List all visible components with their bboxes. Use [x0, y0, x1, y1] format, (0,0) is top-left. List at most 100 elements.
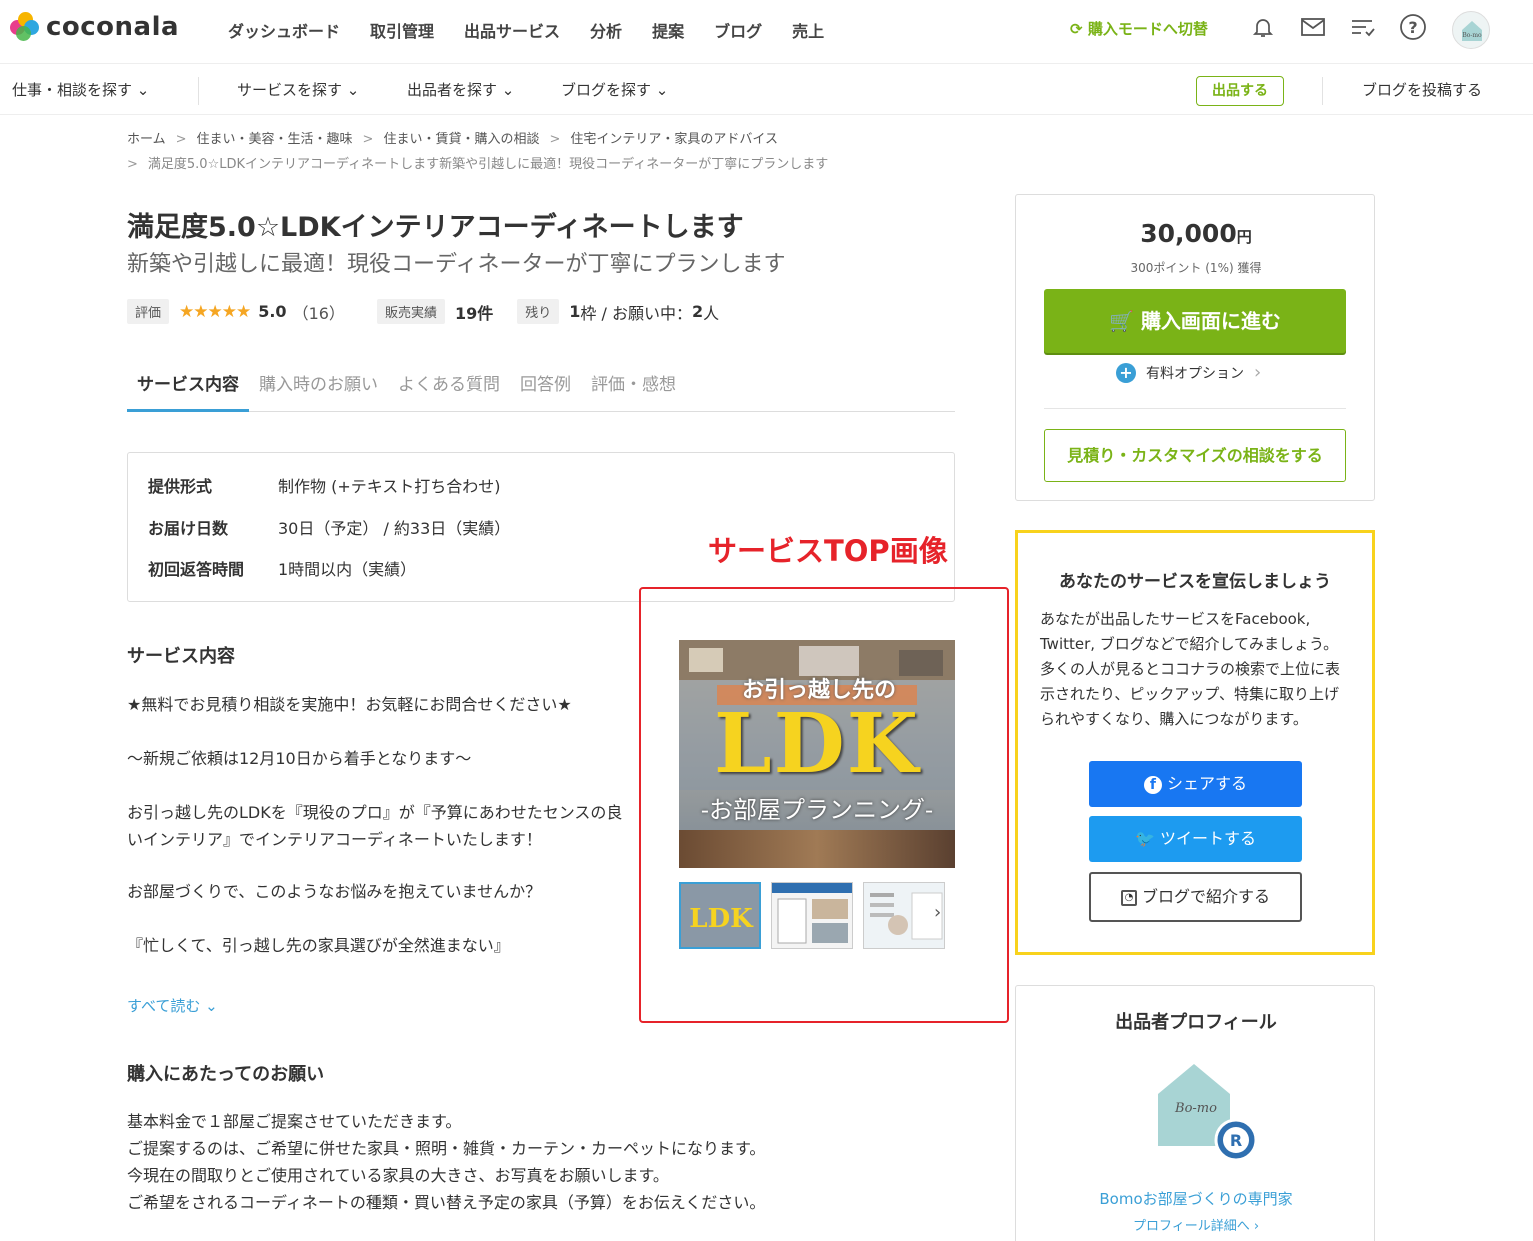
- seller-name[interactable]: Bomoお部屋づくりの専門家: [1016, 1188, 1376, 1209]
- nav-analytics[interactable]: 分析: [590, 18, 622, 42]
- proceed-to-purchase-button[interactable]: 🛒 購入画面に進む: [1044, 289, 1346, 353]
- chevron-right-icon: ›: [1253, 1219, 1260, 1234]
- seller-profile-heading: 出品者プロフィール: [1115, 1012, 1277, 1033]
- facebook-share-button[interactable]: f シェアする: [1089, 761, 1302, 807]
- sell-button[interactable]: 出品する: [1196, 76, 1284, 106]
- request-line: 今現在の間取りとご使用されている家具の大きさ、お写真をお願いします。: [127, 1166, 669, 1185]
- nav-sales[interactable]: 売上: [792, 18, 824, 42]
- points-earned: 300ポイント (1%) 獲得: [1130, 261, 1262, 275]
- spec-value: 制作物 (+テキスト打ち合わせ): [278, 477, 501, 496]
- find-jobs-dropdown[interactable]: 仕事・相談を探す ⌄: [12, 79, 149, 100]
- content-line: 〜新規ご依頼は12月10日から着手となります〜: [127, 749, 472, 768]
- read-all-label: すべて読む: [127, 997, 201, 1015]
- service-subtitle: 新築や引越しに最適！現役コーディネーターが丁寧にプランします: [127, 252, 786, 277]
- breadcrumb-housing[interactable]: 住まい・賃貸・購入の相談: [383, 132, 539, 147]
- breadcrumb-lifestyle[interactable]: 住まい・美容・生活・趣味: [197, 132, 353, 147]
- annotation-box: [639, 587, 1009, 1023]
- service-meta: 評価 ★★★★★ 5.0 （16） 販売実績 19件 残り 1 枠 / お願い中…: [127, 299, 719, 324]
- spec-label: お届け日数: [148, 519, 229, 538]
- spec-value: 30日（予定） / 約33日（実績）: [278, 519, 511, 538]
- promote-service-box: あなたのサービスを宣伝しましょう あなたが出品したサービスをFacebook, …: [1015, 530, 1375, 955]
- svg-text:?: ?: [1408, 18, 1417, 37]
- tweet-button[interactable]: 🐦 ツイートする: [1089, 816, 1302, 862]
- user-avatar[interactable]: Bo-mo: [1452, 11, 1490, 49]
- profile-detail-label: プロフィール詳細へ: [1132, 1219, 1250, 1234]
- blog-introduce-button[interactable]: ◔ ブログで紹介する: [1089, 872, 1302, 922]
- breadcrumb-separator: >: [175, 132, 187, 147]
- seller-profile-box: 出品者プロフィール Bo-mo R Bomoお部屋づくりの専門家 プロフィール詳…: [1015, 985, 1375, 1241]
- divider: [1044, 408, 1346, 409]
- twitter-icon: 🐦: [1134, 829, 1155, 848]
- price-value: 30,000: [1140, 219, 1237, 248]
- content-line: お引っ越し先のLDKを『現役のプロ』が『予算にあわせたセンスの良: [127, 803, 623, 822]
- avatar-text: Bo-mo: [1462, 32, 1482, 39]
- rating-value: 5.0: [258, 302, 287, 321]
- chevron-down-icon: ⌄: [501, 81, 515, 99]
- tab-service-content[interactable]: サービス内容: [127, 360, 249, 412]
- estimate-consult-button[interactable]: 見積り・カスタマイズの相談をする: [1044, 429, 1346, 482]
- service-content-heading: サービス内容: [127, 646, 235, 667]
- remaining-count: 1: [569, 302, 581, 321]
- seller-logo-text: Bo-mo: [1174, 1101, 1217, 1116]
- purchase-box: 30,000円 300ポイント (1%) 獲得 🛒 購入画面に進む + 有料オプ…: [1015, 194, 1375, 501]
- tab-faq[interactable]: よくある質問: [388, 360, 510, 411]
- coconala-logo[interactable]: coconala: [10, 12, 179, 42]
- nav-blog[interactable]: ブログ: [714, 18, 762, 42]
- spec-row-format: 提供形式 制作物 (+テキスト打ち合わせ): [148, 473, 501, 497]
- find-services-dropdown[interactable]: サービスを探す ⌄: [237, 79, 359, 100]
- sub-header: 仕事・相談を探す ⌄ サービスを探す ⌄ 出品者を探す ⌄ ブログを探す ⌄ 出…: [0, 65, 1533, 115]
- find-sellers-dropdown[interactable]: 出品者を探す ⌄: [407, 79, 514, 100]
- nav-dashboard[interactable]: ダッシュボード: [228, 18, 340, 42]
- find-blogs-label: ブログを探す: [561, 81, 652, 99]
- mail-icon[interactable]: [1298, 12, 1328, 42]
- divider: [198, 77, 199, 105]
- service-spec-box: 提供形式 制作物 (+テキスト打ち合わせ) お届け日数 30日（予定） / 約33日…: [127, 452, 955, 602]
- breadcrumb-separator: >: [549, 132, 561, 147]
- bell-icon[interactable]: [1248, 12, 1278, 42]
- divider: [1322, 77, 1323, 105]
- help-icon[interactable]: ?: [1398, 12, 1428, 42]
- tab-reviews[interactable]: 評価・感想: [581, 360, 686, 411]
- breadcrumb: ホーム > 住まい・美容・生活・趣味 > 住まい・賃貸・購入の相談 > 住宅インテリア・家具…: [127, 127, 927, 177]
- service-title: 満足度5.0☆LDKインテリアコーディネートします: [127, 212, 744, 243]
- spec-label: 初回返答時間: [148, 560, 245, 579]
- tab-answer-example[interactable]: 回答例: [510, 360, 581, 411]
- breadcrumb-interior[interactable]: 住宅インテリア・家具のアドバイス: [570, 132, 778, 147]
- breadcrumb-current: 満足度5.0☆LDKインテリアコーディネートします新築や引越しに最適！現役コーデ…: [147, 157, 829, 172]
- promo-line: あなたが出品したサービスをFacebook,: [1040, 610, 1311, 628]
- spec-label: 提供形式: [148, 477, 213, 496]
- content-line: ★無料でお見積り相談を実施中！お気軽にお問合せください★: [127, 695, 572, 714]
- chevron-down-icon: ⌄: [136, 81, 150, 99]
- switch-buy-mode-link[interactable]: ⟳ 購入モードへ切替: [1070, 18, 1208, 39]
- sales-tag: 販売実績: [376, 299, 445, 324]
- breadcrumb-home[interactable]: ホーム: [127, 132, 166, 147]
- find-jobs-label: 仕事・相談を探す: [12, 81, 133, 99]
- content-line: お部屋づくりで、このようなお悩みを抱えていませんか？: [127, 882, 542, 901]
- spec-value: 1時間以内（実績）: [278, 560, 417, 579]
- profile-detail-link[interactable]: プロフィール詳細へ ›: [1016, 1215, 1376, 1234]
- price-unit: 円: [1236, 228, 1252, 246]
- request-line: 基本料金で１部屋ご提案させていただきます。: [127, 1112, 462, 1131]
- nav-transactions[interactable]: 取引管理: [370, 18, 434, 42]
- find-blogs-dropdown[interactable]: ブログを探す ⌄: [561, 79, 668, 100]
- seller-avatar[interactable]: Bo-mo R: [1156, 1064, 1258, 1174]
- chevron-down-icon: ⌄: [205, 997, 218, 1015]
- content-line: いインテリア』でインテリアコーディネートいたします！: [127, 830, 542, 849]
- blog-introduce-label: ブログで紹介する: [1142, 887, 1271, 906]
- request-line: ご提案するのは、ご希望に併せた家具・照明・雑貨・カーテン・カーペットになります。: [127, 1139, 766, 1158]
- list-icon[interactable]: [1348, 12, 1378, 42]
- nav-listed-services[interactable]: 出品サービス: [464, 18, 560, 42]
- top-header: coconala ダッシュボード 取引管理 出品サービス 分析 提案 ブログ 売…: [0, 0, 1533, 64]
- read-all-link[interactable]: すべて読む ⌄: [127, 995, 218, 1016]
- tweet-label: ツイートする: [1160, 829, 1257, 848]
- paid-options-link[interactable]: + 有料オプション ›: [1116, 362, 1261, 383]
- review-count[interactable]: （16）: [293, 300, 345, 324]
- content-line: 『忙しくて、引っ越し先の家具選びが全然進まない』: [127, 936, 510, 955]
- post-blog-link[interactable]: ブログを投稿する: [1362, 79, 1482, 100]
- refresh-icon: ⟳: [1070, 20, 1083, 38]
- promo-text: あなたが出品したサービスをFacebook, Twitter, ブログなどで紹介…: [1040, 607, 1356, 732]
- rating-stars: ★★★★★: [179, 301, 251, 322]
- tab-purchase-request[interactable]: 購入時のお願い: [249, 360, 388, 411]
- nav-proposals[interactable]: 提案: [652, 18, 684, 42]
- request-line: ご希望をされるコーディネートの種類・買い替え予定の家具（予算）をお伝えください。: [127, 1193, 766, 1212]
